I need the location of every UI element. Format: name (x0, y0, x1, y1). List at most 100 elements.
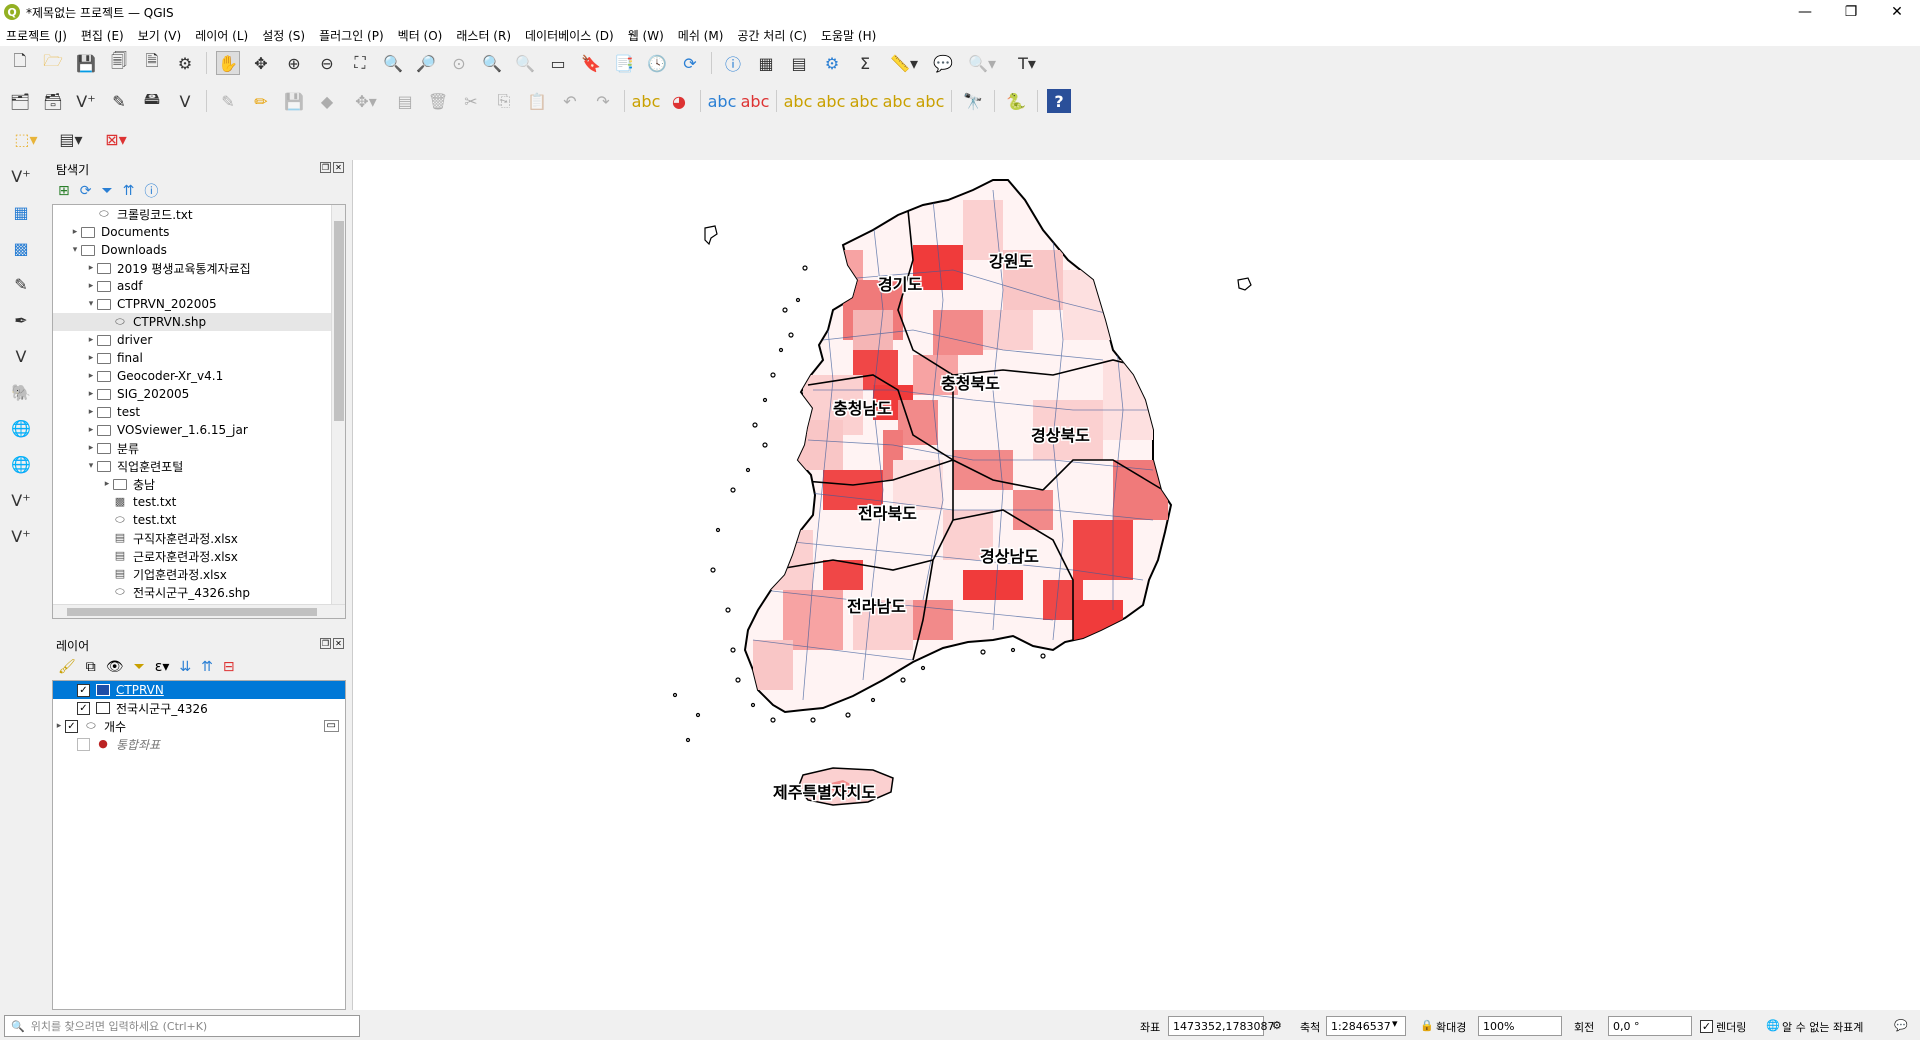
menu-processing[interactable]: 공간 처리 (C) (737, 27, 807, 44)
label-properties-icon[interactable]: abc (916, 89, 945, 113)
attribute-table-icon[interactable]: ▦ (754, 51, 778, 75)
zoom-full-icon[interactable]: ⛶ (348, 51, 372, 75)
filter-legend-icon[interactable]: ⏷ (134, 659, 145, 675)
expand-arrow-icon[interactable]: ▾ (85, 461, 97, 471)
menu-project[interactable]: 프로젝트 (J) (6, 27, 67, 44)
menu-web[interactable]: 웹 (W) (628, 27, 664, 44)
browser-item[interactable]: ▸ 2019 평생교육통계자료집 (53, 259, 345, 277)
new-bookmark-icon[interactable]: 🔖 (579, 51, 603, 75)
pan-icon[interactable]: ✋ (216, 51, 240, 75)
deselect-all-icon[interactable]: ⊠▾ (98, 127, 134, 151)
add-raster-icon[interactable]: ▦ (6, 198, 36, 226)
new-print-layout-icon[interactable]: 🗐 (107, 51, 131, 75)
add-feature-icon[interactable]: ◆ (315, 89, 339, 113)
zoom-native-icon[interactable]: ⊙ (447, 51, 471, 75)
layers-tree[interactable]: ✓ CTPRVN ✓ 전국시군구_4326 ▸ ✓ ⬭ 개수 ▭ ● 통합좌표 (52, 680, 346, 1010)
quickosm-icon[interactable]: 🔭 (961, 89, 985, 113)
expand-arrow-icon[interactable]: ▸ (85, 407, 97, 417)
select-features-icon[interactable]: ⬚▾ (8, 127, 44, 151)
browser-item[interactable]: ⬭ 전국시군구_4326.shp (53, 583, 345, 601)
expand-arrow-icon[interactable]: ▾ (69, 245, 81, 255)
browser-item[interactable]: ▾ CTPRVN_202005 (53, 295, 345, 313)
zoom-to-layer-icon[interactable]: 🔎 (414, 51, 438, 75)
copy-features-icon[interactable]: ⎘ (492, 89, 516, 113)
expand-arrow-icon[interactable]: ▸ (85, 371, 97, 381)
browser-item[interactable]: ▸ Geocoder-Xr_v4.1 (53, 367, 345, 385)
add-arcgis-icon[interactable]: V⁺ (6, 522, 36, 550)
add-delimited-text-icon[interactable]: ✎ (6, 270, 36, 298)
modify-attributes-icon[interactable]: ▤ (393, 89, 417, 113)
coordinate-field[interactable]: 1473352,1783087 (1168, 1016, 1274, 1036)
locator-search[interactable]: 🔍 위치를 찾으려면 입력하세요 (Ctrl+K) (4, 1015, 360, 1037)
expand-arrow-icon[interactable]: ▸ (85, 425, 97, 435)
layer-item-count[interactable]: ▸ ✓ ⬭ 개수 ▭ (53, 717, 345, 735)
python-console-icon[interactable]: 🐍 (1004, 89, 1028, 113)
messages-icon[interactable]: 💬 (1894, 1019, 1908, 1032)
browser-item[interactable]: ▾ Downloads (53, 241, 345, 259)
diagram-tool-icon[interactable]: ◕ (667, 89, 691, 113)
add-selected-layers-icon[interactable]: ⊞ (58, 183, 70, 199)
remove-layer-icon[interactable]: ⊟ (223, 659, 235, 675)
layer-item-coords[interactable]: ● 통합좌표 (53, 735, 345, 753)
menu-vector[interactable]: 벡터 (O) (398, 27, 443, 44)
expand-arrow-icon[interactable]: ▸ (69, 227, 81, 237)
add-wfs-icon[interactable]: V⁺ (6, 486, 36, 514)
collapse-all-layers-icon[interactable]: ⇈ (201, 659, 213, 675)
properties-icon[interactable]: ⓘ (144, 181, 158, 201)
layer-visibility-checkbox[interactable]: ✓ (65, 719, 78, 733)
data-source-manager-icon[interactable]: 🗂 (8, 89, 32, 113)
add-vector-icon[interactable]: V⁺ (6, 162, 36, 190)
highlight-pinned-labels-icon[interactable]: abc (708, 89, 737, 113)
rotation-field[interactable]: 0,0 ° (1608, 1016, 1692, 1036)
map-tips-icon[interactable]: 💬 (931, 51, 955, 75)
render-checkbox[interactable]: ✓ (1700, 1020, 1713, 1033)
temporal-controller-icon[interactable]: 🕓 (645, 51, 669, 75)
expand-all-icon[interactable]: ⇊ (179, 659, 191, 675)
browser-item[interactable]: ⬭ test.txt (53, 511, 345, 529)
measure-line-icon[interactable]: 📏▾ (886, 51, 922, 75)
menu-help[interactable]: 도움말 (H) (821, 27, 876, 44)
float-panel-button[interactable]: ❐ (320, 638, 331, 649)
toggle-editing-icon[interactable]: ✏ (249, 89, 273, 113)
current-edits-icon[interactable]: ✎ (216, 89, 240, 113)
zoom-next-icon[interactable]: 🔍 (513, 51, 537, 75)
delete-selected-icon[interactable]: 🗑 (426, 89, 450, 113)
open-layer-styling-icon[interactable]: 🖌 (58, 659, 76, 675)
menu-mesh[interactable]: 메쉬 (M) (678, 27, 724, 44)
select-by-value-icon[interactable]: ▤▾ (53, 127, 89, 151)
identify-features-icon[interactable]: ⓘ (721, 51, 745, 75)
crs-label[interactable]: 알 수 없는 좌표계 (1782, 1019, 1863, 1035)
toggle-extents-icon[interactable]: ⚙ (1272, 1019, 1282, 1032)
expand-arrow-icon[interactable]: ▸ (85, 389, 97, 399)
restore-button[interactable]: ❐ (1828, 0, 1874, 24)
browser-item[interactable]: ▸ final (53, 349, 345, 367)
field-calculator-icon[interactable]: ▤ (787, 51, 811, 75)
expand-arrow-icon[interactable]: ▸ (85, 263, 97, 273)
float-panel-button[interactable]: ❐ (320, 162, 331, 173)
statistical-summary-icon[interactable]: Σ (853, 51, 877, 75)
new-shapefile-icon[interactable]: V⁺ (74, 89, 98, 113)
browser-item[interactable]: ▸ SIG_202005 (53, 385, 345, 403)
browser-item[interactable]: ▸ test (53, 403, 345, 421)
filter-browser-icon[interactable]: ⏷ (101, 183, 112, 199)
layer-indicator-icon[interactable]: ▭ (323, 720, 339, 732)
zoom-last-icon[interactable]: 🔍 (480, 51, 504, 75)
browser-item[interactable]: ⬭ CTPRVN.shp (53, 313, 345, 331)
cut-features-icon[interactable]: ✂ (459, 89, 483, 113)
collapse-all-icon[interactable]: ⇈ (123, 183, 135, 199)
zoom-to-selection-icon[interactable]: 🔍 (381, 51, 405, 75)
show-bookmarks-icon[interactable]: 📑 (612, 51, 636, 75)
menu-raster[interactable]: 래스터 (R) (456, 27, 511, 44)
expand-arrow-icon[interactable]: ▸ (85, 353, 97, 363)
change-label-icon[interactable]: abc (883, 89, 912, 113)
save-project-icon[interactable]: 💾 (74, 51, 98, 75)
refresh-icon[interactable]: ⟳ (678, 51, 702, 75)
add-vector-layer-icon[interactable]: ✎ (107, 89, 131, 113)
zoom-out-icon[interactable]: ⊖ (315, 51, 339, 75)
refresh-browser-icon[interactable]: ⟳ (80, 183, 92, 199)
add-virtual-layer-icon[interactable]: V (6, 342, 36, 370)
redo-icon[interactable]: ↷ (591, 89, 615, 113)
browser-item[interactable]: ▤ 근로자훈련과정.xlsx (53, 547, 345, 565)
add-group-icon[interactable]: ⧉ (86, 659, 96, 675)
new-geopackage-icon[interactable]: 🗃 (41, 89, 65, 113)
